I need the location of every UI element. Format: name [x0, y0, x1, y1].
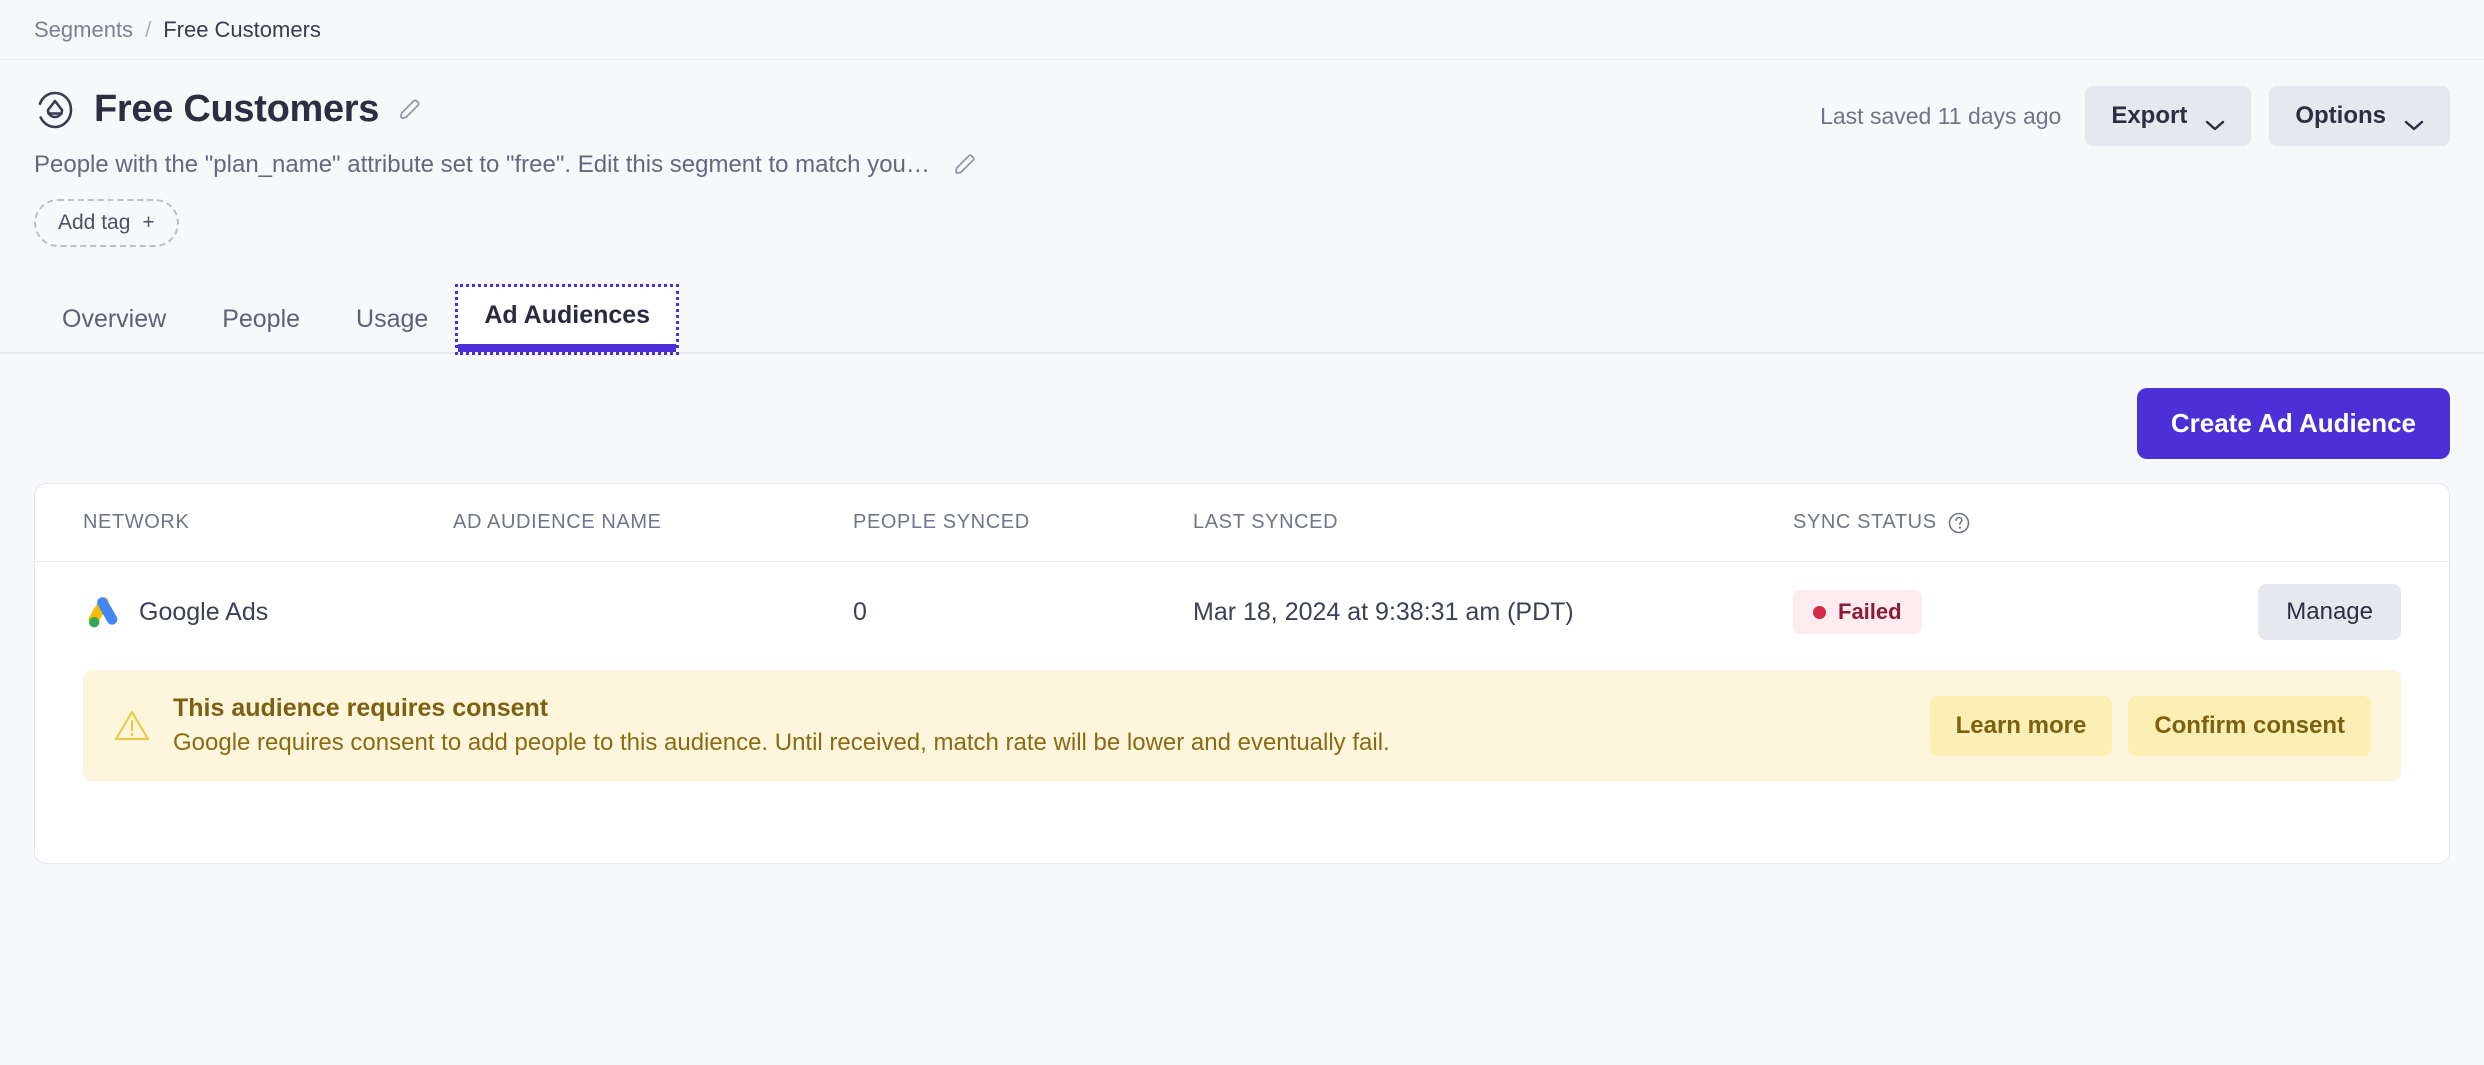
tab-overview[interactable]: Overview — [34, 289, 194, 354]
chevron-down-icon — [2404, 110, 2424, 131]
tab-usage[interactable]: Usage — [328, 289, 456, 354]
tag-row: Add tag + — [34, 199, 2450, 247]
cell-actions: Manage — [2221, 584, 2401, 640]
sync-status-label: SYNC STATUS — [1793, 511, 1937, 533]
export-label: Export — [2111, 102, 2188, 129]
tab-bar: Overview People Usage Ad Audiences — [0, 283, 2484, 355]
column-header-sync-status: SYNC STATUS — [1793, 511, 2221, 535]
column-header-last-synced: LAST SYNCED — [1193, 511, 1339, 533]
cell-last-synced: Mar 18, 2024 at 9:38:31 am (PDT) — [1193, 597, 1574, 626]
table-row: Google Ads 0 Mar 18, 2024 at 9:38:31 am … — [35, 562, 2449, 662]
status-label: Failed — [1838, 599, 1902, 624]
cell-people-synced: 0 — [853, 597, 867, 626]
confirm-consent-button[interactable]: Confirm consent — [2128, 695, 2371, 756]
tab-ad-audiences[interactable]: Ad Audiences — [455, 284, 680, 355]
options-button[interactable]: Options — [2269, 86, 2450, 146]
status-dot-icon — [1813, 605, 1826, 619]
banner-actions: Learn more Confirm consent — [1929, 695, 2371, 756]
column-header-network: NETWORK — [83, 511, 190, 533]
page-header: Free Customers People with the "plan_nam… — [0, 60, 2484, 247]
create-ad-audience-button[interactable]: Create Ad Audience — [2136, 388, 2450, 459]
plus-icon: + — [142, 211, 155, 234]
breadcrumb-current: Free Customers — [163, 16, 321, 42]
question-circle-icon[interactable] — [1947, 511, 1971, 535]
segment-description: People with the "plan_name" attribute se… — [34, 151, 930, 178]
ad-audiences-card: NETWORK AD AUDIENCE NAME PEOPLE SYNCED L… — [34, 483, 2450, 864]
action-bar: Create Ad Audience — [0, 354, 2484, 459]
breadcrumb-separator: / — [145, 16, 152, 42]
pencil-icon[interactable] — [952, 152, 978, 178]
network-name: Google Ads — [139, 597, 269, 626]
segment-cloud-icon — [34, 89, 76, 131]
manage-button[interactable]: Manage — [2258, 584, 2401, 640]
banner-title: This audience requires consent — [173, 694, 549, 722]
breadcrumb-parent[interactable]: Segments — [34, 17, 133, 43]
last-saved-label: Last saved 11 days ago — [1820, 102, 2062, 129]
status-badge: Failed — [1793, 590, 1922, 634]
banner-text: This audience requires consent Google re… — [173, 694, 1908, 757]
options-label: Options — [2295, 102, 2386, 129]
add-tag-button[interactable]: Add tag + — [34, 199, 179, 247]
description-row: People with the "plan_name" attribute se… — [34, 151, 2450, 179]
google-ads-icon — [83, 592, 123, 632]
warning-triangle-icon — [113, 707, 151, 745]
export-button[interactable]: Export — [2085, 86, 2252, 146]
cell-network: Google Ads — [83, 592, 453, 632]
banner-body: Google requires consent to add people to… — [173, 729, 1390, 756]
column-header-people-synced: PEOPLE SYNCED — [853, 511, 1030, 533]
chevron-down-icon — [2205, 110, 2225, 131]
pencil-icon[interactable] — [397, 97, 423, 123]
cell-sync-status: Failed — [1793, 590, 2221, 634]
breadcrumb: Segments / Free Customers — [0, 0, 2484, 60]
tab-people[interactable]: People — [194, 289, 328, 354]
header-actions: Last saved 11 days ago Export Options — [1820, 86, 2450, 146]
consent-warning-banner: This audience requires consent Google re… — [83, 670, 2401, 781]
add-tag-label: Add tag — [58, 211, 131, 234]
table-header-row: NETWORK AD AUDIENCE NAME PEOPLE SYNCED L… — [35, 484, 2449, 562]
learn-more-button[interactable]: Learn more — [1929, 695, 2113, 756]
page-title: Free Customers — [94, 88, 380, 130]
column-header-ad-audience-name: AD AUDIENCE NAME — [453, 511, 662, 533]
card-bottom-padding — [35, 781, 2449, 863]
